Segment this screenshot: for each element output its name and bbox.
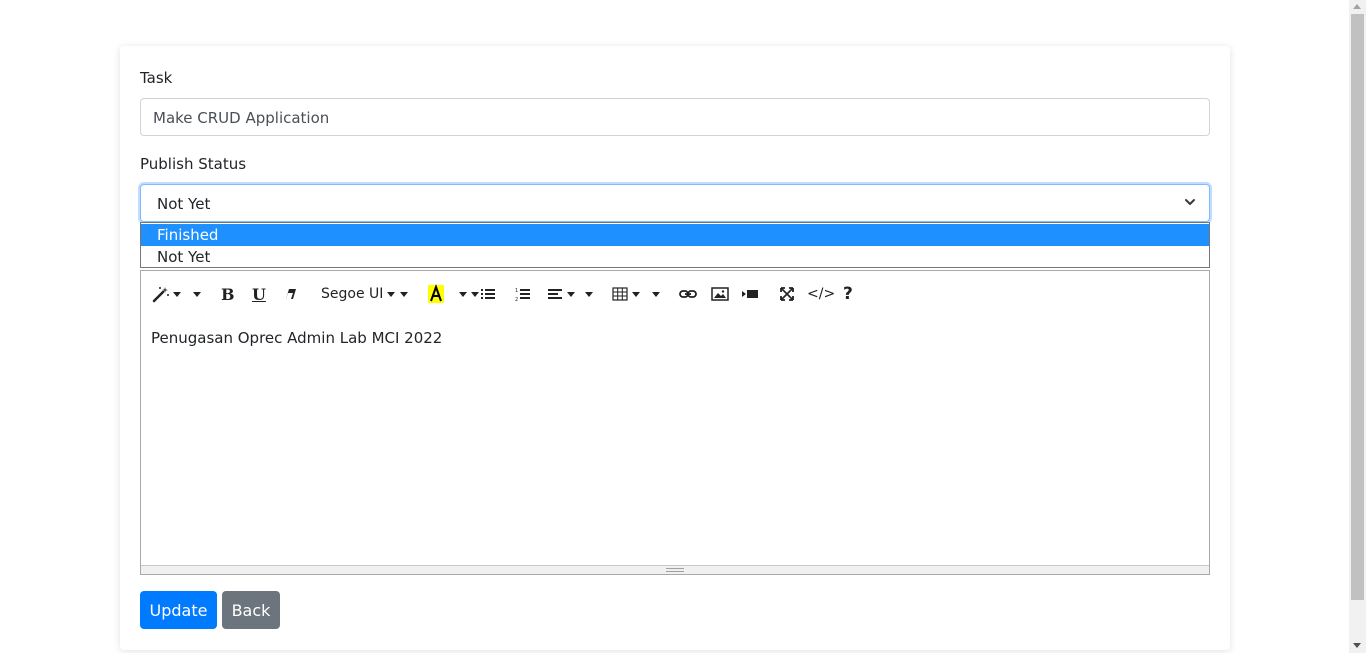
publish-status-label: Publish Status [140,155,247,173]
caret-down-icon [193,291,201,297]
align-icon [548,289,562,299]
underline-button[interactable]: U [252,283,266,305]
page-scrollbar[interactable] [1349,0,1366,653]
link-button[interactable] [679,283,697,305]
editor-resize-handle[interactable] [141,565,1209,574]
picture-icon [711,287,729,301]
svg-text:1: 1 [515,288,518,294]
svg-text:2: 2 [515,297,518,302]
option-finished[interactable]: Finished [141,224,1209,246]
task-input[interactable]: Make CRUD Application [140,98,1210,136]
eraser-icon [286,289,296,299]
unordered-list-icon [481,289,495,299]
font-color-dropdown[interactable] [455,283,467,305]
font-name-dropdown[interactable]: Segoe UI [321,283,396,305]
help-icon: ? [843,284,853,304]
scroll-thumb[interactable] [1351,14,1364,600]
video-button[interactable] [741,283,759,305]
page: Task Make CRUD Application Publish Statu… [0,0,1366,653]
select-value: Not Yet [157,195,211,213]
font-color-icon [428,284,444,303]
back-button[interactable]: Back [222,591,280,629]
table-dropdown[interactable] [612,283,640,305]
caret-down-icon [400,291,408,297]
publish-status-select[interactable]: Not Yet [140,184,1210,222]
caret-down-icon [652,291,660,297]
picture-button[interactable] [711,283,729,305]
table-more-dropdown[interactable] [648,283,660,305]
caret-down-icon [632,291,640,297]
code-view-icon: </> [807,286,836,302]
ordered-list-button[interactable]: 1 2 [515,283,531,305]
video-icon [742,290,758,298]
font-size-dropdown[interactable] [396,283,408,305]
style-more-button[interactable] [189,283,201,305]
magic-icon [152,287,169,303]
help-button[interactable]: ? [843,283,853,305]
scroll-down-icon[interactable] [1353,643,1361,648]
style-dropdown-button[interactable] [151,283,181,305]
chevron-down-icon [1185,199,1195,205]
fullscreen-icon [780,287,794,301]
caret-down-icon [567,291,575,297]
unordered-list-button[interactable] [471,283,496,305]
code-view-button[interactable]: </> [807,283,835,305]
caret-down-icon [173,291,181,297]
caret-down-icon [387,291,396,297]
caret-down-icon [471,291,479,297]
publish-status-options: Finished Not Yet [140,222,1210,268]
clear-format-button[interactable] [283,283,299,305]
caret-down-icon [459,291,467,297]
link-icon [679,290,697,298]
fullscreen-button[interactable] [779,283,795,305]
bold-icon: B [221,284,235,304]
update-button[interactable]: Update [140,591,217,629]
rich-text-editor: B U Segoe UI 1 2 </> ? Penugasan Oprec A… [140,270,1210,575]
ordered-list-icon: 1 2 [515,288,530,302]
grip-icon [666,568,684,572]
table-icon [612,287,628,301]
underline-icon: U [252,284,266,304]
bold-button[interactable]: B [221,283,235,305]
scroll-up-icon[interactable] [1353,4,1361,9]
editor-content[interactable]: Penugasan Oprec Admin Lab MCI 2022 [151,329,442,347]
caret-down-icon [585,291,593,297]
editor-toolbar: B U Segoe UI 1 2 </> ? [141,271,1209,317]
option-not-yet[interactable]: Not Yet [141,246,1209,268]
font-color-button[interactable] [426,283,446,305]
font-name-label: Segoe UI [321,286,384,302]
height-dropdown[interactable] [581,283,593,305]
paragraph-align-dropdown[interactable] [547,283,575,305]
task-label: Task [140,69,173,87]
